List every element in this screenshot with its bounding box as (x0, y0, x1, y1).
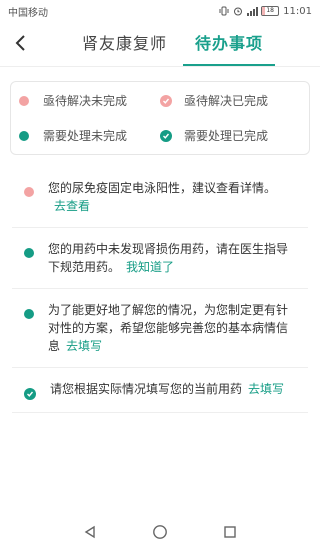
nav-recent-button[interactable] (222, 524, 238, 540)
task-content: 您的尿免疫固定电泳阳性，建议查看详情。去查看 (48, 179, 290, 215)
task-item: 您的尿免疫固定电泳阳性，建议查看详情。去查看 (12, 167, 308, 228)
legend-urgent-incomplete: 亟待解决未完成 (19, 92, 160, 109)
view-detail-link[interactable]: 去查看 (54, 199, 90, 213)
fill-in-link[interactable]: 去填写 (248, 382, 284, 396)
task-item: 请您根据实际情况填写您的当前用药 去填写 (12, 368, 308, 413)
back-button[interactable] (10, 32, 32, 54)
battery-fill (262, 7, 266, 15)
signal-icon (247, 6, 259, 16)
teal-check-icon (24, 388, 36, 400)
teal-dot-icon (19, 130, 29, 141)
clock: 11:01 (283, 5, 312, 17)
vibrate-icon (219, 6, 229, 16)
teal-check-icon (160, 129, 172, 142)
alarm-icon (233, 6, 243, 16)
acknowledge-link[interactable]: 我知道了 (126, 260, 174, 274)
pink-dot-icon (19, 95, 29, 106)
task-item: 为了能更好地了解您的情况，为您制定更有针对性的方案，希望您能够完善您的基本病情信… (12, 289, 308, 368)
task-list: 您的尿免疫固定电泳阳性，建议查看详情。去查看 您的用药中未发现肾损伤用药，请在医… (0, 167, 320, 413)
legend-normal-incomplete: 需要处理未完成 (19, 127, 160, 144)
nav-back-button[interactable] (82, 524, 98, 540)
task-text: 请您根据实际情况填写您的当前用药 (50, 382, 243, 396)
task-content: 为了能更好地了解您的情况，为您制定更有针对性的方案，希望您能够完善您的基本病情信… (48, 301, 290, 355)
legend: 亟待解决未完成 亟待解决已完成 需要处理未完成 需要处理已完成 (10, 81, 310, 155)
legend-normal-complete: 需要处理已完成 (160, 127, 301, 144)
legend-label: 需要处理已完成 (184, 129, 269, 143)
pink-check-icon (160, 94, 172, 107)
legend-label: 亟待解决已完成 (184, 94, 269, 108)
task-text: 您的尿免疫固定电泳阳性，建议查看详情。 (48, 181, 277, 195)
tab-kidney-rehab[interactable]: 肾友康复师 (68, 22, 181, 66)
circle-home-icon (153, 525, 167, 539)
battery-icon: 18 (261, 6, 280, 16)
header: 肾友康复师 待办事项 (0, 22, 320, 67)
legend-label: 需要处理未完成 (43, 129, 128, 143)
normal-dot-icon (24, 309, 34, 319)
tab-todo[interactable]: 待办事项 (181, 22, 277, 66)
battery-level: 18 (266, 7, 274, 14)
status-bar: 中国移动 18 11:01 (0, 0, 320, 22)
normal-dot-icon (24, 248, 34, 258)
system-nav-bar (0, 514, 320, 550)
status-icons: 18 11:01 (219, 6, 312, 17)
triangle-back-icon (84, 525, 95, 539)
tab-bar: 肾友康复师 待办事项 (68, 22, 277, 66)
square-recent-icon (224, 526, 236, 538)
nav-home-button[interactable] (152, 524, 168, 540)
fill-in-link[interactable]: 去填写 (66, 339, 102, 353)
task-content: 您的用药中未发现肾损伤用药，请在医生指导下规范用药。 我知道了 (48, 240, 290, 276)
legend-urgent-complete: 亟待解决已完成 (160, 92, 301, 109)
legend-label: 亟待解决未完成 (43, 94, 128, 108)
carrier-label: 中国移动 (8, 7, 48, 19)
task-item: 您的用药中未发现肾损伤用药，请在医生指导下规范用药。 我知道了 (12, 228, 308, 289)
task-content: 请您根据实际情况填写您的当前用药 去填写 (50, 380, 284, 398)
chevron-left-icon (15, 35, 25, 51)
urgent-dot-icon (24, 187, 34, 197)
